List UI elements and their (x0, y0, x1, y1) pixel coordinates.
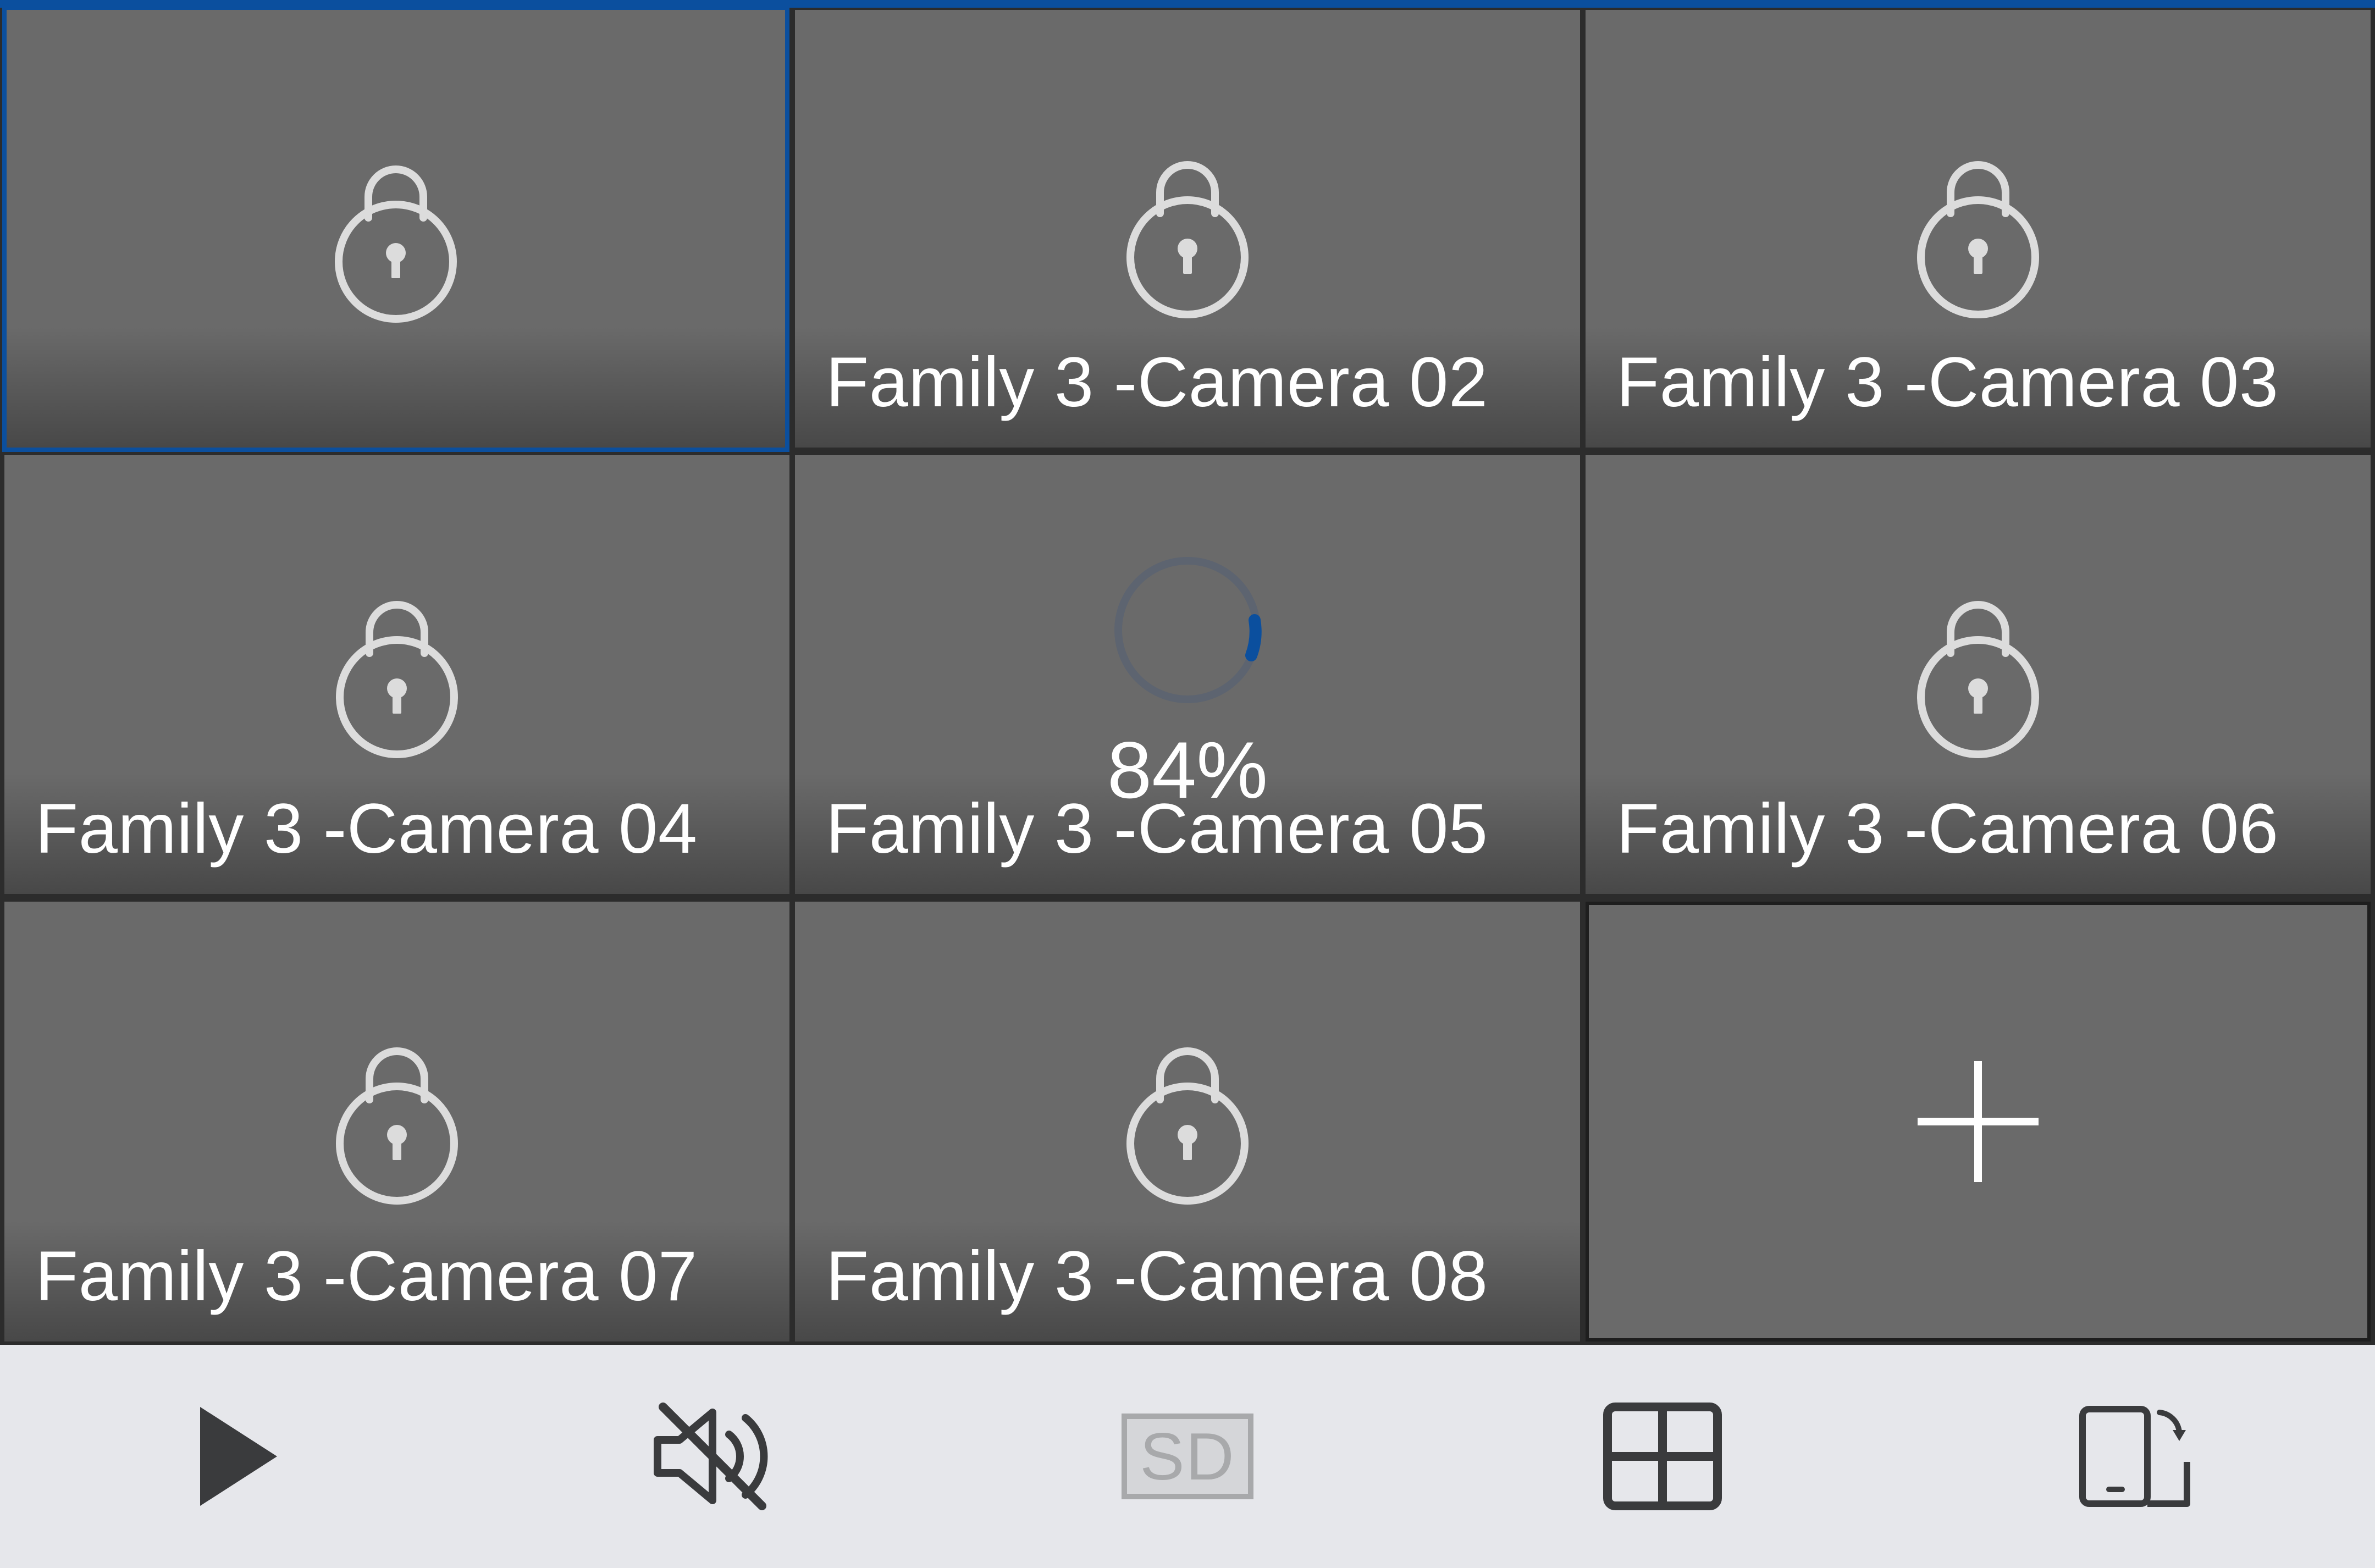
camera-label: Family 3 -Camera 03 (1616, 343, 2279, 422)
camera-tile-04[interactable]: Family 3 -Camera 04 (4, 455, 789, 894)
camera-tile-07[interactable]: Family 3 -Camera 07 (4, 902, 789, 1341)
play-button[interactable] (0, 1345, 475, 1568)
rotate-screen-icon (2079, 1406, 2190, 1507)
camera-tile-02[interactable]: Family 3 -Camera 02 (795, 10, 1580, 448)
play-icon (200, 1407, 277, 1506)
camera-label: Family 3 -Camera 02 (826, 343, 1488, 422)
mute-icon (654, 1403, 768, 1510)
plus-icon (1918, 1061, 2039, 1182)
bottom-toolbar: SD (0, 1345, 2375, 1568)
app-root: Family 3 -Camera 02 Family 3 -Camera 03 … (0, 0, 2375, 1568)
camera-tile-05[interactable]: 84% Family 3 -Camera 05 (795, 455, 1580, 894)
lock-icon (1126, 1047, 1249, 1205)
loading-spinner-icon (1114, 557, 1262, 703)
grid-layout-button[interactable] (1425, 1345, 1900, 1568)
top-accent-bar (0, 0, 2375, 8)
lock-icon (336, 1047, 458, 1205)
sd-label: SD (1140, 1419, 1235, 1494)
camera-label: Family 3 -Camera 06 (1616, 789, 2279, 868)
camera-label: Family 3 -Camera 04 (35, 789, 698, 868)
camera-tile-06[interactable]: Family 3 -Camera 06 (1586, 455, 2371, 894)
lock-icon (1917, 601, 2039, 758)
lock-icon (336, 601, 458, 758)
camera-grid: Family 3 -Camera 02 Family 3 -Camera 03 … (0, 0, 2375, 1345)
tile-shade (7, 327, 785, 448)
camera-label: Family 3 -Camera 08 (826, 1237, 1488, 1316)
sd-quality-button[interactable]: SD (950, 1345, 1425, 1568)
camera-label: Family 3 -Camera 05 (826, 789, 1488, 868)
lock-icon (335, 165, 457, 323)
camera-tile-03[interactable]: Family 3 -Camera 03 (1586, 10, 2371, 448)
add-camera-tile[interactable] (1586, 902, 2371, 1341)
camera-tile-01[interactable] (2, 5, 789, 452)
sd-icon: SD (1122, 1414, 1253, 1499)
lock-icon (1917, 161, 2039, 318)
camera-tile-08[interactable]: Family 3 -Camera 08 (795, 902, 1580, 1341)
grid-layout-icon (1603, 1403, 1722, 1510)
camera-label: Family 3 -Camera 07 (35, 1237, 698, 1316)
mute-button[interactable] (475, 1345, 950, 1568)
rotate-screen-button[interactable] (1900, 1345, 2375, 1568)
lock-icon (1126, 161, 1249, 318)
